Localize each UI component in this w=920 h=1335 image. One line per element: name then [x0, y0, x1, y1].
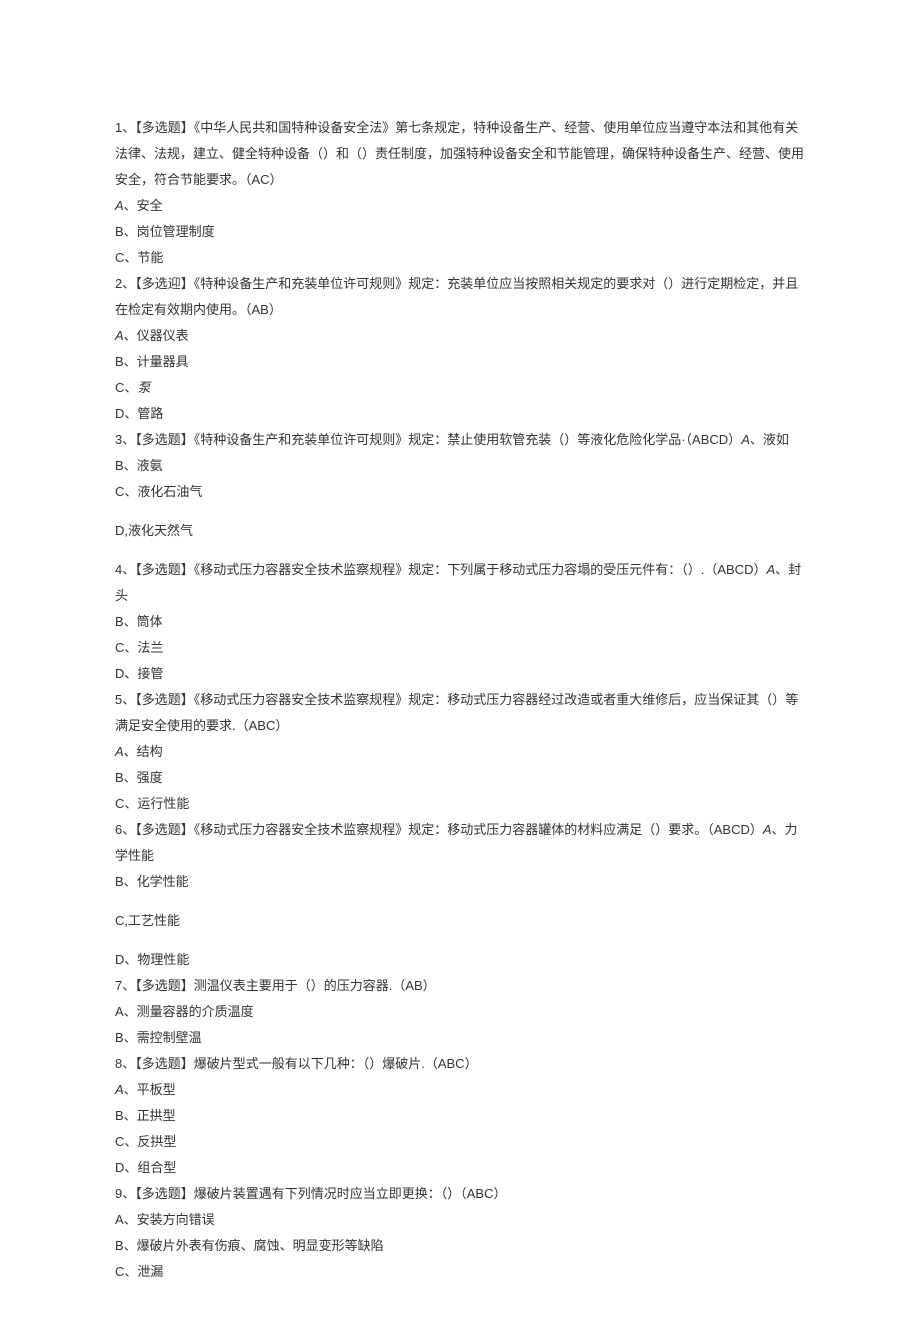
question-3-stem: 3、【多选题】《特种设备生产和充装单位许可规则》规定：禁止使用软管充装（）等液化… — [115, 427, 805, 453]
question-7: 7、【多选题】测温仪表主要用于（）的压力容器.（AB） A、测量容器的介质温度 … — [115, 973, 805, 1051]
option-letter: A — [115, 328, 124, 343]
stem-text: 3、【多选题】《特种设备生产和充装单位许可规则》规定：禁止使用软管充装（）等液化… — [115, 432, 741, 447]
question-1: 1、【多选题】《中华人民共和国特种设备安全法》第七条规定，特种设备生产、经营、使… — [115, 115, 805, 271]
question-2: 2、【多选迎】《特种设备生产和充装单位许可规则》规定：充装单位应当按照相关规定的… — [115, 271, 805, 427]
spacer — [115, 934, 805, 947]
question-3: 3、【多选题】《特种设备生产和充装单位许可规则》规定：禁止使用软管充装（）等液化… — [115, 427, 805, 544]
question-2-option-c: C、泵 — [115, 375, 805, 401]
question-9-option-c: C、泄漏 — [115, 1259, 805, 1285]
question-6-option-d: D、物理性能 — [115, 947, 805, 973]
question-2-option-d: D、管路 — [115, 401, 805, 427]
question-6-option-b: B、化学性能 — [115, 869, 805, 895]
question-2-option-b: B、计量器具 — [115, 349, 805, 375]
question-2-option-a: A、仪器仪表 — [115, 323, 805, 349]
question-4: 4、【多选题】《移动式压力容器安全技术监察规程》规定：下列属于移动式压力容塌的受… — [115, 557, 805, 687]
question-4-option-d: D、接管 — [115, 661, 805, 687]
question-9: 9、【多选题】爆破片装置遇有下列情况时应当立即更换：（）（ABC） A、安装方向… — [115, 1181, 805, 1285]
option-text: 泵 — [137, 380, 150, 395]
option-letter: A — [763, 822, 772, 837]
question-1-option-c: C、节能 — [115, 245, 805, 271]
question-8-option-c: C、反拱型 — [115, 1129, 805, 1155]
question-8-option-a: A、平板型 — [115, 1077, 805, 1103]
option-letter: A — [766, 562, 775, 577]
question-6-option-c: C,工艺性能 — [115, 908, 805, 934]
question-5-option-b: B、强度 — [115, 765, 805, 791]
question-5: 5、【多选题】《移动式压力容器安全技术监察规程》规定：移动式压力容器经过改造或者… — [115, 687, 805, 817]
question-3-option-d: D,液化天然气 — [115, 518, 805, 544]
spacer — [115, 544, 805, 557]
question-7-stem: 7、【多选题】测温仪表主要用于（）的压力容器.（AB） — [115, 973, 805, 999]
question-2-stem: 2、【多选迎】《特种设备生产和充装单位许可规则》规定：充装单位应当按照相关规定的… — [115, 271, 805, 323]
option-letter: A — [741, 432, 750, 447]
option-letter: A — [115, 198, 124, 213]
question-1-option-b: B、岗位管理制度 — [115, 219, 805, 245]
question-4-option-b: B、筒体 — [115, 609, 805, 635]
question-7-option-a: A、测量容器的介质温度 — [115, 999, 805, 1025]
option-text: 、仪器仪表 — [124, 328, 189, 343]
option-letter: C、 — [115, 380, 137, 395]
option-letter: A — [115, 744, 124, 759]
option-text: 、安全 — [124, 198, 163, 213]
question-1-stem: 1、【多选题】《中华人民共和国特种设备安全法》第七条规定，特种设备生产、经营、使… — [115, 115, 805, 193]
question-8-stem: 8、【多选题】爆破片型式一般有以下几种：（）爆破片.（ABC） — [115, 1051, 805, 1077]
stem-text: 4、【多选题】《移动式压力容器安全技术监察规程》规定：下列属于移动式压力容塌的受… — [115, 562, 766, 577]
question-6-stem: 6、【多选题】《移动式压力容器安全技术监察规程》规定：移动式压力容器罐体的材料应… — [115, 817, 805, 869]
question-4-stem: 4、【多选题】《移动式压力容器安全技术监察规程》规定：下列属于移动式压力容塌的受… — [115, 557, 805, 609]
stem-text: 6、【多选题】《移动式压力容器安全技术监察规程》规定：移动式压力容器罐体的材料应… — [115, 822, 763, 837]
option-text: 、液如 — [750, 432, 789, 447]
question-3-option-c: C、液化石油气 — [115, 479, 805, 505]
question-7-option-b: B、需控制壁温 — [115, 1025, 805, 1051]
option-text: 、平板型 — [124, 1082, 176, 1097]
question-9-option-b: B、爆破片外表有伤痕、腐蚀、明显变形等缺陷 — [115, 1233, 805, 1259]
question-8: 8、【多选题】爆破片型式一般有以下几种：（）爆破片.（ABC） A、平板型 B、… — [115, 1051, 805, 1181]
question-1-option-a: A、安全 — [115, 193, 805, 219]
question-9-stem: 9、【多选题】爆破片装置遇有下列情况时应当立即更换：（）（ABC） — [115, 1181, 805, 1207]
question-8-option-b: B、正拱型 — [115, 1103, 805, 1129]
option-letter: A — [115, 1082, 124, 1097]
spacer — [115, 505, 805, 518]
spacer — [115, 895, 805, 908]
question-3-option-b: B、液氨 — [115, 453, 805, 479]
question-5-stem: 5、【多选题】《移动式压力容器安全技术监察规程》规定：移动式压力容器经过改造或者… — [115, 687, 805, 739]
question-4-option-c: C、法兰 — [115, 635, 805, 661]
question-5-option-a: A、结构 — [115, 739, 805, 765]
option-text: 、结构 — [124, 744, 163, 759]
question-8-option-d: D、组合型 — [115, 1155, 805, 1181]
question-6: 6、【多选题】《移动式压力容器安全技术监察规程》规定：移动式压力容器罐体的材料应… — [115, 817, 805, 973]
question-9-option-a: A、安装方向错误 — [115, 1207, 805, 1233]
question-5-option-c: C、运行性能 — [115, 791, 805, 817]
